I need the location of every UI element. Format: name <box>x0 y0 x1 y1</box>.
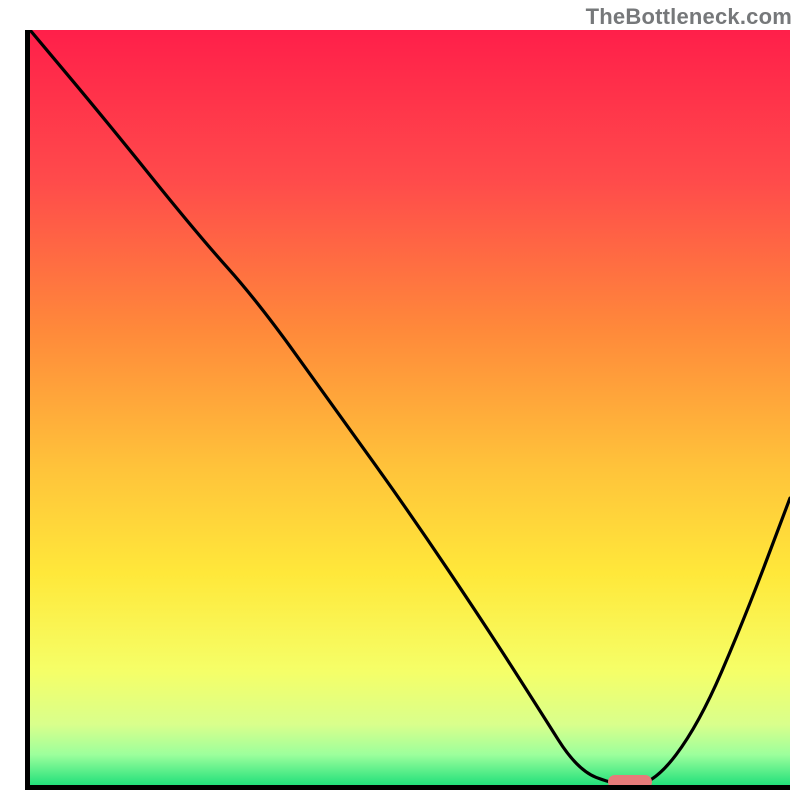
optimal-point-marker <box>608 775 652 789</box>
plot-area <box>25 30 790 790</box>
curve-path <box>30 30 790 785</box>
chart-container: TheBottleneck.com <box>0 0 800 800</box>
watermark-text: TheBottleneck.com <box>586 4 792 30</box>
bottleneck-curve <box>30 30 790 785</box>
